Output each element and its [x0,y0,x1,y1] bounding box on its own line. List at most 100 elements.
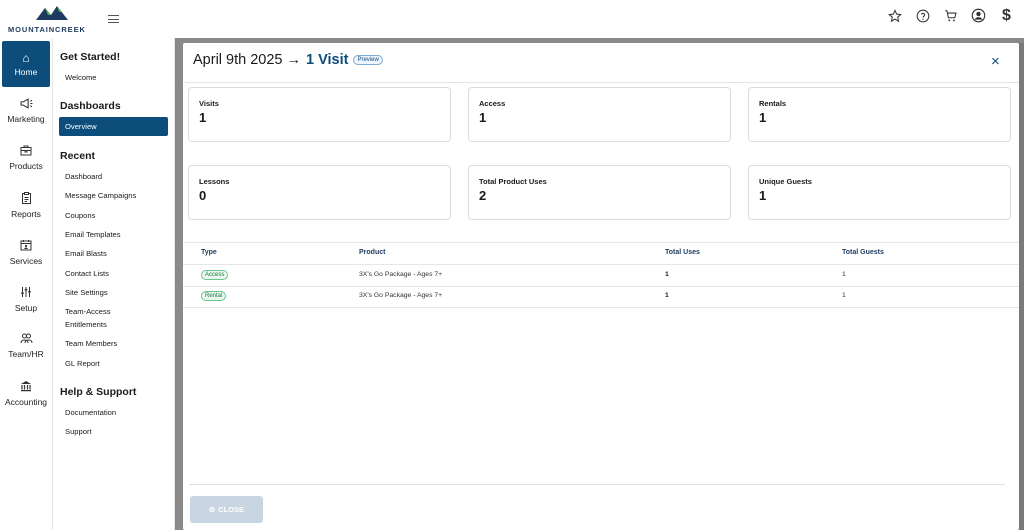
stat-label: Visits [199,99,219,108]
table-row-border [183,286,1019,287]
stat-card-total-product-uses: Total Product Uses 2 [468,165,731,220]
menu-item-welcome[interactable]: Welcome [59,72,168,83]
box-icon [20,145,32,158]
column-header-type[interactable]: Type [201,249,217,256]
star-icon[interactable] [887,8,902,23]
mountain-logo-icon [36,6,68,20]
menu-item-overview[interactable]: Overview [59,117,168,136]
brand-name: MOUNTAINCREEK [8,25,86,34]
column-header-product[interactable]: Product [359,249,385,256]
stat-value: 2 [479,188,487,203]
stat-card-access: Access 1 [468,87,731,142]
close-icon[interactable]: × [991,53,1000,70]
rail-item-reports[interactable]: Reports [2,182,50,228]
preview-badge: Preview [353,55,383,65]
table-cell-product: 3X's Go Package - Ages 7+ [359,271,443,278]
table-cell-total-uses: 1 [665,271,669,278]
column-header-total-guests[interactable]: Total Guests [842,249,884,256]
table-header-border [183,264,1019,265]
divider [183,82,1019,83]
home-icon: ⌂ [22,50,30,65]
close-button-label: CLOSE [218,505,245,514]
clipboard-icon [21,191,32,206]
type-badge-rental: Rental [201,291,227,301]
rail-label: Home [14,66,38,77]
people-icon [20,333,33,346]
rail-item-home[interactable]: ⌂ Home [2,41,50,87]
menu-item-team-members[interactable]: Team Members [59,338,168,349]
menu-heading-get-started: Get Started! [60,51,121,63]
type-badge-access: Access [201,270,229,280]
rail-item-services[interactable]: Services [2,229,50,275]
column-header-total-uses[interactable]: Total Uses [665,249,700,256]
megaphone-icon [20,98,33,111]
stat-label: Rentals [759,99,787,108]
rail-label: Marketing [7,114,45,124]
rail-item-accounting[interactable]: Accounting [2,370,50,416]
table-cell-total-guests: 1 [842,271,846,278]
scrollbar[interactable] [1019,43,1024,530]
rail-label: Products [9,161,43,171]
stat-card-lessons: Lessons 0 [188,165,451,220]
close-button-icon: ⊘ [208,505,216,514]
menu-item-entitlements[interactable]: Entitlements [59,319,168,330]
dollar-icon[interactable]: $ [999,7,1014,24]
hamburger-menu-icon[interactable] [108,15,119,26]
rail-label: Setup [14,302,38,313]
icon-rail: ⌂ Home Marketing Products Reports Servic… [0,38,53,530]
stat-value: 1 [479,110,487,125]
table-cell-total-guests: 1 [842,292,846,299]
rail-item-setup[interactable]: Setup [2,276,50,322]
stat-value: 1 [199,110,207,125]
stat-label: Lessons [199,177,230,186]
rail-item-products[interactable]: Products [2,135,50,181]
stat-card-rentals: Rentals 1 [748,87,1011,142]
visit-details-modal: April 9th 2025 → 1 Visit Preview × Visit… [183,43,1019,530]
menu-item-dashboard[interactable]: Dashboard [59,171,168,182]
stat-value: 0 [199,188,207,203]
menu-item-email-templates[interactable]: Email Templates [59,229,168,240]
rail-item-team-hr[interactable]: Team/HR [2,323,50,369]
rail-label: Services [9,255,43,266]
menu-item-coupons[interactable]: Coupons [59,210,168,221]
mountaincreek-logo[interactable]: MOUNTAINCREEK [8,3,98,35]
modal-date: April 9th 2025 [193,52,283,68]
menu-item-message-campaigns[interactable]: Message Campaigns [59,190,168,201]
help-icon[interactable] [915,8,930,23]
stat-label: Total Product Uses [479,177,547,186]
rail-item-marketing[interactable]: Marketing [2,88,50,134]
account-icon[interactable] [971,8,986,23]
menu-item-email-blasts[interactable]: Email Blasts [59,248,168,259]
menu-item-support[interactable]: Support [59,426,168,437]
stat-card-visits: Visits 1 [188,87,451,142]
menu-item-gl-report[interactable]: GL Report [59,358,168,369]
menu-item-site-settings[interactable]: Site Settings [59,287,168,298]
menu-item-team-access[interactable]: Team-Access [59,306,168,317]
stat-label: Access [479,99,506,108]
cart-icon[interactable] [943,8,958,23]
close-button[interactable]: ⊘ CLOSE [190,496,263,523]
stat-value: 1 [759,188,767,203]
sliders-icon [20,286,32,300]
footer-divider [189,484,1005,485]
menu-item-documentation[interactable]: Documentation [59,407,168,418]
menu-heading-dashboards: Dashboards [60,100,121,112]
rail-label: Accounting [4,396,48,407]
rail-label: Reports [11,208,41,219]
arrow-icon: → [286,52,301,68]
stat-value: 1 [759,110,767,125]
rail-label: Team/HR [8,349,44,359]
side-menu: Get Started! Welcome Dashboards Overview… [53,38,175,530]
table-cell-product: 3X's Go Package - Ages 7+ [359,292,443,299]
modal-title: April 9th 2025 → 1 Visit Preview [193,52,383,68]
menu-item-contact-lists[interactable]: Contact Lists [59,268,168,279]
calendar-icon [20,239,32,253]
table-top-border [183,242,1019,243]
menu-heading-recent: Recent [60,150,96,162]
stat-label: Unique Guests [759,177,812,186]
top-bar: MOUNTAINCREEK $ [0,0,1024,38]
visit-count: 1 Visit [305,52,349,68]
bank-icon [20,380,32,394]
stat-card-unique-guests: Unique Guests 1 [748,165,1011,220]
table-row-border [183,307,1019,308]
